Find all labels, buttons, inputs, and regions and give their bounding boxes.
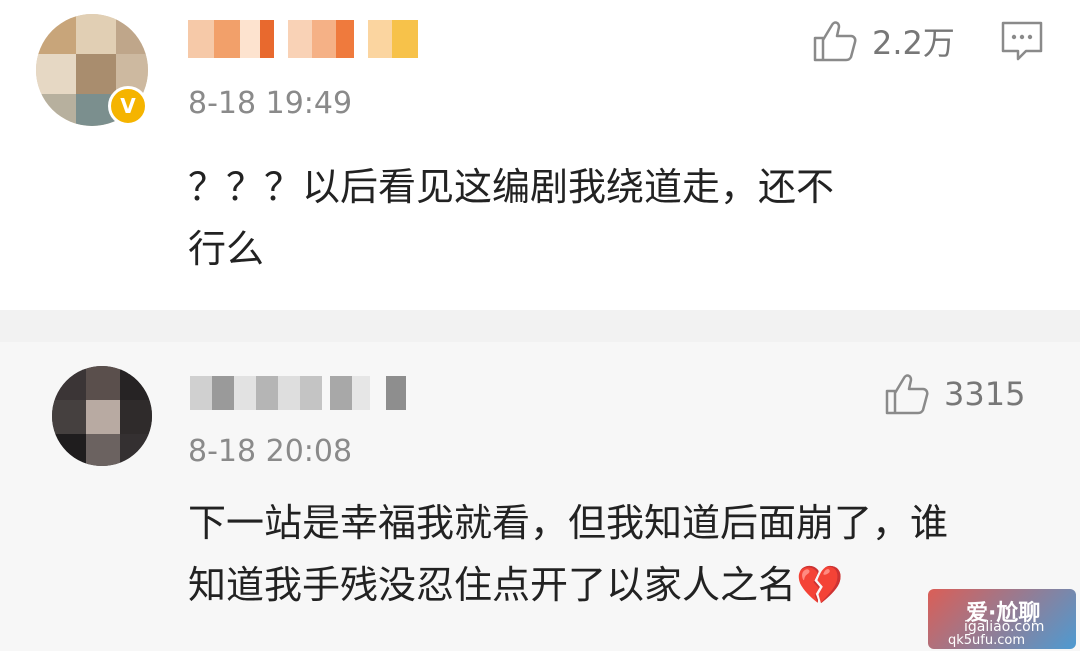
thumbs-up-icon <box>813 21 857 62</box>
like-button[interactable]: 2.2万 <box>812 18 955 64</box>
avatar[interactable] <box>52 366 152 466</box>
comment-time: 8-18 19:49 <box>188 86 353 121</box>
comment-line: 下一站是幸福我就看，但我知道后面崩了，谁 <box>188 501 949 545</box>
comment-line: 行么 <box>188 227 265 271</box>
comment-text: ？？？以后看见这编剧我绕道走，还不 行么 <box>188 156 1048 280</box>
username-blurred[interactable] <box>190 376 416 410</box>
like-button[interactable]: 3315 <box>884 372 1025 416</box>
like-count: 3315 <box>944 375 1026 413</box>
site-watermark: 爱·尬聊 igaliao.com qk5ufu.com <box>928 589 1076 649</box>
comment-card: V 8-18 19:49 2.2万 ？？？以后看见这编剧我绕道走，还不 行么 <box>0 0 1080 310</box>
comment-card: 8-18 20:08 3315 下一站是幸福我就看，但我知道后面崩了，谁 知道我… <box>0 342 1080 651</box>
reply-comment-icon <box>1001 21 1043 61</box>
like-count: 2.2万 <box>872 24 955 62</box>
username-blurred[interactable] <box>188 20 418 58</box>
watermark-url-secondary: qk5ufu.com <box>948 633 1026 648</box>
comment-time: 8-18 20:08 <box>188 434 353 469</box>
comment-line: ？？？以后看见这编剧我绕道走，还不 <box>188 165 835 209</box>
verified-badge-icon: V <box>108 86 148 126</box>
reply-button[interactable] <box>1000 20 1044 66</box>
thumbs-up-icon <box>885 374 929 415</box>
